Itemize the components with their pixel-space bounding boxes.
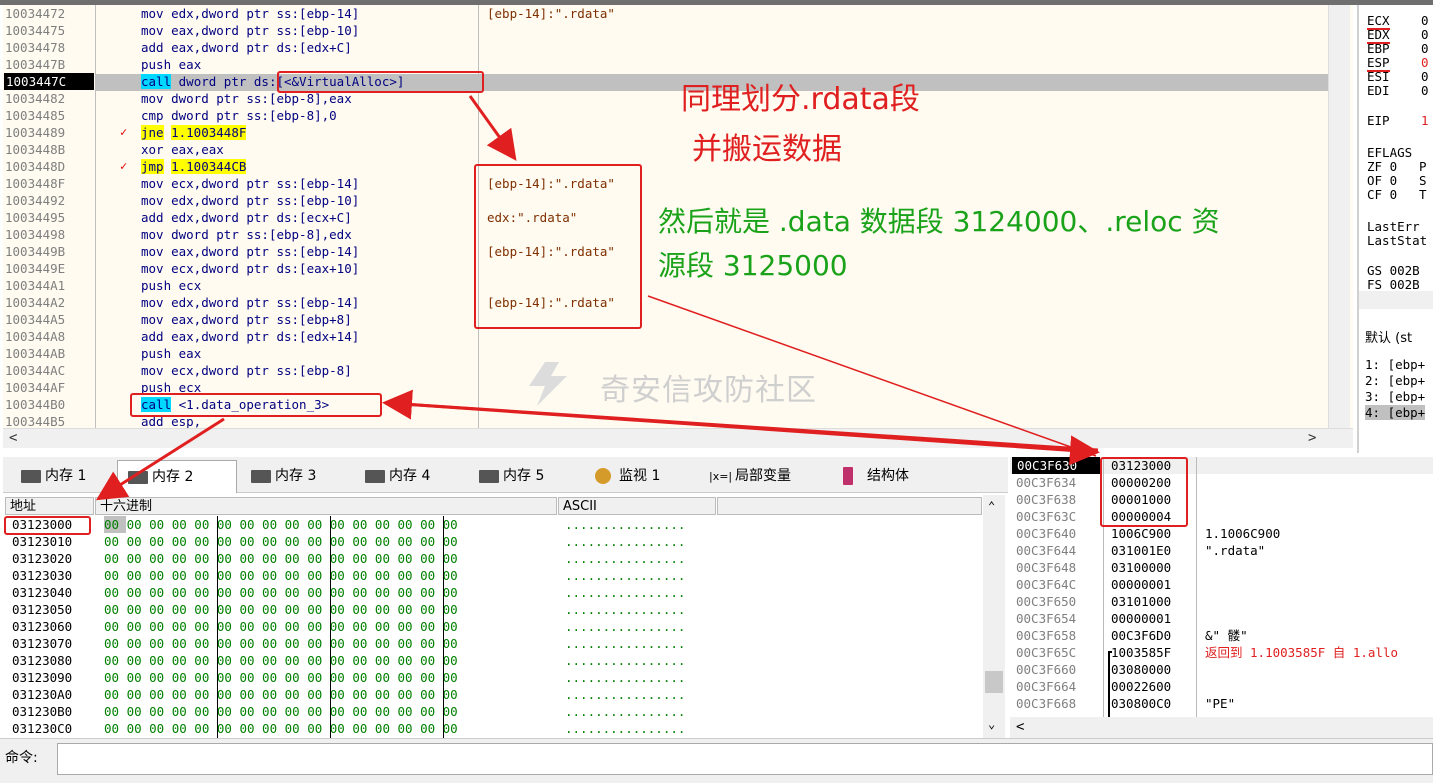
annotation-arrows	[95, 95, 1100, 501]
arrow-to-stack	[387, 401, 1100, 466]
arrow-to-dump	[95, 417, 225, 501]
arrow-to-comments	[468, 95, 517, 161]
line-to-stack	[647, 295, 1097, 457]
